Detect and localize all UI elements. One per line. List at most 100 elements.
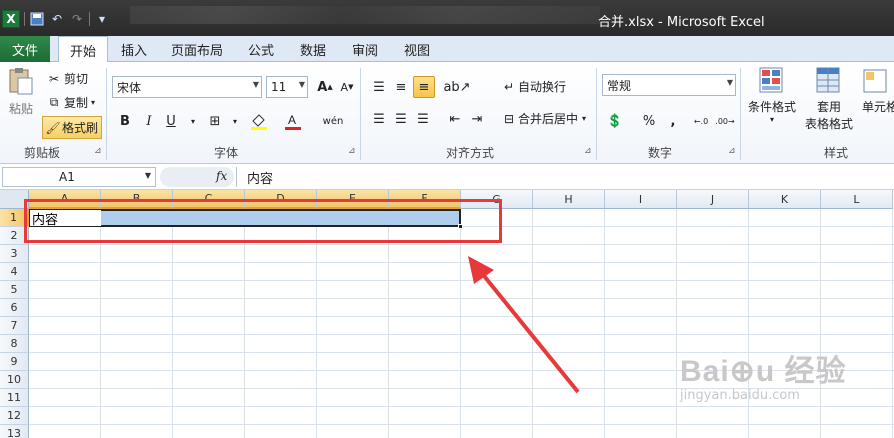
- tab-data[interactable]: 数据: [292, 36, 334, 62]
- row-header-13[interactable]: 13: [0, 425, 29, 438]
- insert-function-icon[interactable]: fx: [216, 169, 227, 183]
- formula-bar: A1 ▼ fx 内容: [0, 164, 894, 190]
- borders-dropdown-icon[interactable]: ▾: [224, 110, 246, 132]
- chevron-down-icon: ▼: [726, 78, 733, 87]
- align-left-icon[interactable]: ☰: [368, 108, 390, 130]
- align-center-icon[interactable]: ☰: [390, 108, 412, 130]
- wrap-text-button[interactable]: ↵ 自动换行: [500, 78, 566, 95]
- borders-icon[interactable]: ⊞: [204, 110, 226, 132]
- bold-button[interactable]: B: [114, 110, 136, 132]
- increase-indent-icon[interactable]: ⇥: [466, 108, 488, 130]
- worksheet-grid[interactable]: ABCDEFGHIJKL 1 2 3 4 5 6 7 8 9 10 11 12 13 内容 Bai⊕u …: [0, 190, 894, 438]
- chevron-down-icon: ▼: [298, 80, 305, 89]
- highlight-box: [24, 199, 502, 243]
- wrap-text-icon: ↵: [503, 79, 515, 94]
- align-middle-icon[interactable]: ≡: [390, 76, 412, 98]
- blurred-taskbar-area: [130, 6, 600, 24]
- ribbon-tabs: 文件 开始 插入 页面布局 公式 数据 审阅 视图: [0, 36, 894, 63]
- fill-color-icon[interactable]: [248, 110, 270, 132]
- row-header-6[interactable]: 6: [0, 299, 29, 317]
- italic-button[interactable]: I: [138, 110, 160, 132]
- tab-home[interactable]: 开始: [58, 36, 108, 63]
- column-header-l[interactable]: L: [821, 190, 893, 209]
- baidu-watermark: Bai⊕u 经验 jingyan.baidu.com: [680, 355, 847, 403]
- undo-icon[interactable]: ↶: [49, 11, 65, 27]
- alignment-launcher-icon[interactable]: ⊿: [584, 146, 592, 156]
- column-header-j[interactable]: J: [677, 190, 749, 209]
- align-top-icon[interactable]: ☰: [368, 76, 390, 98]
- font-name-select[interactable]: 宋体 ▼: [112, 76, 262, 98]
- cut-button[interactable]: ✂ 剪切: [46, 70, 88, 87]
- tab-insert[interactable]: 插入: [112, 36, 156, 62]
- merge-center-button[interactable]: ⊟ 合并后居中 ▾: [500, 110, 586, 127]
- group-label-font: 字体: [214, 146, 239, 160]
- grid-row-line: [29, 424, 894, 425]
- number-launcher-icon[interactable]: ⊿: [728, 146, 736, 156]
- format-painter-button[interactable]: 🖌 格式刷: [42, 116, 103, 139]
- paste-button[interactable]: 粘贴: [6, 66, 36, 126]
- window-title: 合并.xlsx - Microsoft Excel: [598, 15, 765, 30]
- decrease-indent-icon[interactable]: ⇤: [444, 108, 466, 130]
- format-as-table-button[interactable]: 套用 表格格式: [800, 66, 858, 132]
- row-header-3[interactable]: 3: [0, 245, 29, 263]
- title-bar: X ↶ ↷ ▾ 合并.xlsx - Microsoft Excel: [0, 0, 894, 36]
- group-label-number: 数字: [648, 146, 673, 160]
- quick-access-toolbar: X ↶ ↷ ▾: [0, 8, 110, 30]
- paste-icon: [9, 68, 33, 95]
- cell-styles-button[interactable]: 单元格: [862, 66, 894, 115]
- group-label-clipboard: 剪贴板: [24, 146, 61, 160]
- row-header-9[interactable]: 9: [0, 353, 29, 371]
- conditional-formatting-icon: [759, 67, 783, 93]
- currency-icon[interactable]: 💲: [604, 110, 626, 132]
- cell-styles-icon: [863, 69, 887, 93]
- row-header-4[interactable]: 4: [0, 263, 29, 281]
- row-header-10[interactable]: 10: [0, 371, 29, 389]
- redo-icon[interactable]: ↷: [69, 11, 85, 27]
- orientation-icon[interactable]: ab↗: [443, 76, 470, 98]
- merge-cells-icon: ⊟: [503, 111, 515, 126]
- conditional-formatting-button[interactable]: 条件格式 ▾: [746, 66, 798, 124]
- tab-page-layout[interactable]: 页面布局: [164, 36, 230, 62]
- underline-dropdown-icon[interactable]: ▾: [182, 110, 204, 132]
- percent-button[interactable]: %: [638, 110, 660, 132]
- customize-qat-icon[interactable]: ▾: [94, 11, 110, 27]
- column-header-i[interactable]: I: [605, 190, 677, 209]
- phonetic-guide-icon[interactable]: wén: [322, 110, 344, 132]
- increase-decimal-icon[interactable]: ←.0: [690, 110, 712, 132]
- column-header-h[interactable]: H: [533, 190, 605, 209]
- underline-button[interactable]: U: [160, 110, 182, 132]
- formula-input[interactable]: 内容: [236, 167, 892, 187]
- row-header-11[interactable]: 11: [0, 389, 29, 407]
- shrink-font-icon[interactable]: A ▼: [336, 76, 358, 98]
- tab-view[interactable]: 视图: [396, 36, 438, 62]
- tab-review[interactable]: 审阅: [344, 36, 386, 62]
- chevron-down-icon: ▼: [144, 171, 151, 180]
- copy-button[interactable]: ⧉ 复制 ▾: [46, 94, 95, 111]
- align-right-icon[interactable]: ☰: [412, 108, 434, 130]
- row-header-7[interactable]: 7: [0, 317, 29, 335]
- ribbon-home: 粘贴 ✂ 剪切 ⧉ 复制 ▾ 🖌 格式刷 剪贴板 ⊿ 宋体 ▼ 11 ▼ A ▲ A ▼…: [0, 62, 894, 164]
- grow-font-icon[interactable]: A ▲: [314, 76, 336, 98]
- group-label-styles: 样式: [824, 146, 849, 160]
- name-box[interactable]: A1 ▼: [2, 167, 156, 187]
- paintbrush-icon: 🖌: [45, 120, 61, 135]
- number-format-select[interactable]: 常规 ▼: [602, 74, 736, 96]
- row-header-12[interactable]: 12: [0, 407, 29, 425]
- font-size-select[interactable]: 11 ▼: [266, 76, 308, 98]
- grid-row-line: [29, 244, 894, 245]
- row-header-8[interactable]: 8: [0, 335, 29, 353]
- annotation-arrow: [460, 250, 590, 403]
- align-bottom-icon[interactable]: ≡: [413, 76, 435, 98]
- excel-logo-icon[interactable]: X: [2, 10, 20, 28]
- comma-style-button[interactable]: ,: [662, 110, 684, 132]
- save-icon[interactable]: [29, 11, 45, 27]
- scissors-icon: ✂: [48, 71, 60, 86]
- tab-formulas[interactable]: 公式: [240, 36, 282, 62]
- clipboard-launcher-icon[interactable]: ⊿: [94, 146, 102, 156]
- font-color-icon[interactable]: A: [282, 110, 304, 132]
- tab-file[interactable]: 文件: [0, 36, 50, 62]
- font-launcher-icon[interactable]: ⊿: [348, 146, 356, 156]
- row-header-5[interactable]: 5: [0, 281, 29, 299]
- decrease-decimal-icon[interactable]: .00→: [714, 110, 736, 132]
- column-header-k[interactable]: K: [749, 190, 821, 209]
